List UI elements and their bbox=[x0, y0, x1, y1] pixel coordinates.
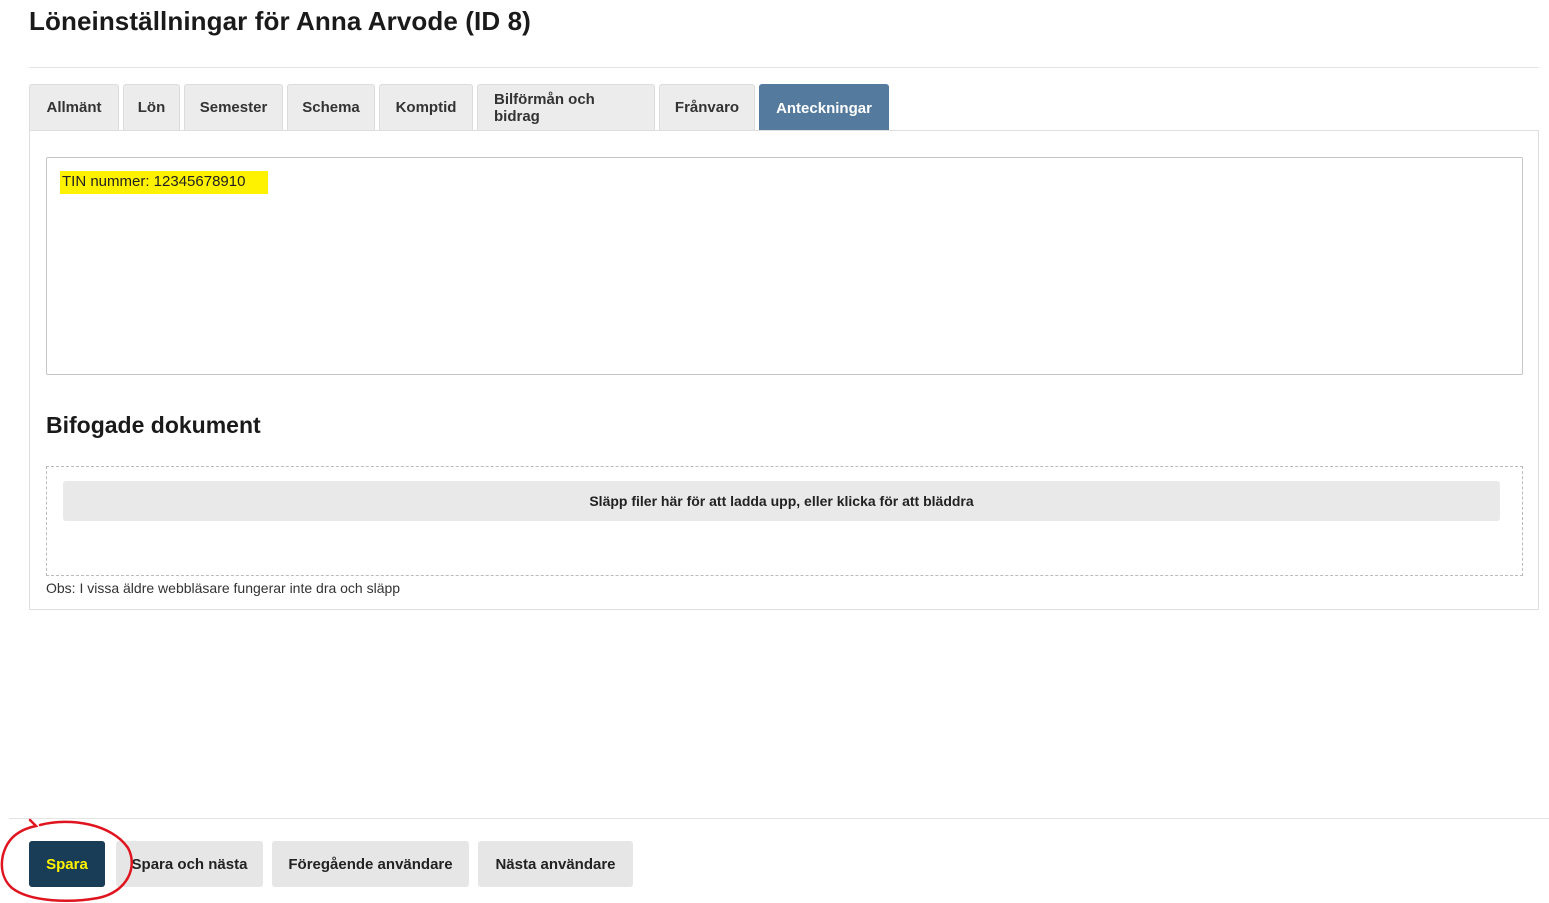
previous-user-button[interactable]: Föregående användare bbox=[272, 841, 469, 887]
dropzone-note: Obs: I vissa äldre webbläsare fungerar i… bbox=[46, 580, 401, 596]
next-user-button[interactable]: Nästa användare bbox=[478, 841, 633, 887]
tab-semester[interactable]: Semester bbox=[184, 84, 283, 130]
tab-bilforman-och-bidrag[interactable]: Bilförmån och bidrag bbox=[477, 84, 655, 130]
tab-allmant[interactable]: Allmänt bbox=[29, 84, 119, 130]
page-title: Löneinställningar för Anna Arvode (ID 8) bbox=[29, 6, 531, 36]
tab-franvaro[interactable]: Frånvaro bbox=[659, 84, 755, 130]
tab-anteckningar[interactable]: Anteckningar bbox=[759, 84, 889, 131]
tab-schema[interactable]: Schema bbox=[287, 84, 375, 130]
tab-lon[interactable]: Lön bbox=[123, 84, 180, 130]
save-button[interactable]: Spara bbox=[29, 841, 105, 887]
tab-bar: Allmänt Lön Semester Schema Komptid Bilf… bbox=[29, 84, 893, 131]
notes-textarea[interactable]: TIN nummer: 12345678910 bbox=[46, 157, 1523, 375]
file-dropzone[interactable]: Släpp filer här för att ladda upp, eller… bbox=[46, 466, 1523, 576]
footer-divider bbox=[9, 818, 1549, 819]
dropzone-message[interactable]: Släpp filer här för att ladda upp, eller… bbox=[63, 481, 1500, 521]
save-and-next-button[interactable]: Spara och nästa bbox=[116, 841, 263, 887]
attachments-title: Bifogade dokument bbox=[46, 412, 261, 438]
tab-panel-anteckningar: TIN nummer: 12345678910 Bifogade dokumen… bbox=[29, 130, 1539, 610]
notes-text: TIN nummer: 12345678910 bbox=[60, 171, 268, 194]
title-divider bbox=[29, 67, 1539, 68]
tab-komptid[interactable]: Komptid bbox=[379, 84, 473, 130]
